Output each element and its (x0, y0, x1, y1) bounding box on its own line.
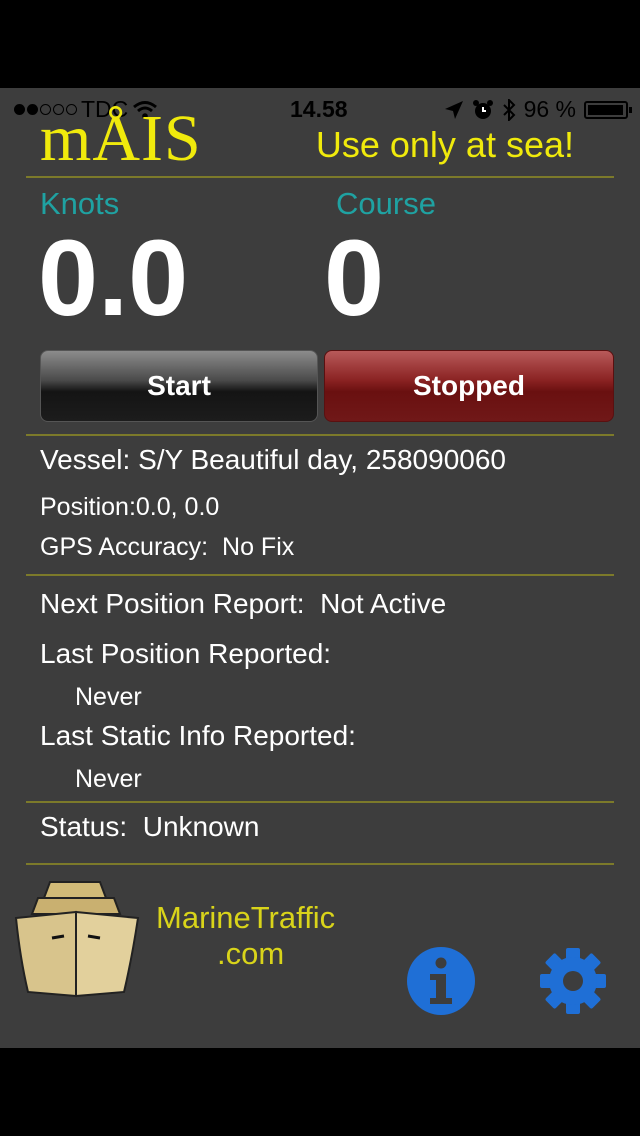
position-value: 0.0, 0.0 (135, 493, 220, 521)
clock: 14.58 (290, 96, 348, 122)
divider (26, 801, 614, 803)
divider (26, 574, 614, 576)
next-report-value: Not Active (320, 588, 447, 619)
position-row: Position:0.0, 0.0 (40, 493, 219, 522)
location-arrow-icon (444, 100, 463, 119)
divider (26, 863, 614, 865)
gps-accuracy-label: GPS Accuracy: (40, 533, 209, 561)
ship-logo-icon (14, 881, 140, 998)
info-icon[interactable] (406, 946, 476, 1016)
vessel-value: S/Y Beautiful day, 258090060 (138, 444, 506, 475)
battery-icon (584, 100, 632, 119)
status-row: Status: Unknown (40, 811, 259, 843)
start-button[interactable]: Start (40, 350, 318, 422)
position-label: Position: (40, 493, 136, 521)
tagline: Use only at sea! (315, 124, 574, 165)
vessel-label: Vessel: (40, 444, 131, 475)
course-value: 0 (324, 217, 385, 338)
divider (26, 176, 614, 178)
vessel-row: Vessel: S/Y Beautiful day, 258090060 (40, 444, 506, 476)
brand-name-line1: MarineTraffic (156, 900, 336, 935)
gear-icon[interactable] (538, 946, 608, 1016)
status-label: Status: (40, 811, 128, 842)
next-report-row: Next Position Report: Not Active (40, 588, 446, 620)
last-static-label: Last Static Info Reported: (40, 720, 356, 751)
alarm-icon (472, 99, 493, 119)
gps-accuracy-row: GPS Accuracy: No Fix (40, 533, 294, 562)
bluetooth-icon (502, 98, 515, 121)
status-value: Unknown (142, 811, 260, 842)
status-icons: 96 % (444, 96, 632, 123)
brand-name-line2: .com (217, 936, 285, 971)
stopped-button[interactable]: Stopped (324, 350, 614, 422)
next-report-label: Next Position Report: (40, 588, 305, 619)
last-position-value: Never (75, 683, 142, 711)
last-static-value: Never (75, 765, 142, 793)
last-position-label: Last Position Reported: (40, 638, 332, 669)
app-screen: TDC 14.58 96 % mÅIS Use only at sea! Kno… (0, 88, 640, 1048)
battery-percent: 96 % (523, 96, 576, 122)
gps-accuracy-value: No Fix (222, 533, 295, 561)
app-logo: mÅIS (40, 102, 202, 175)
knots-value: 0.0 (38, 217, 189, 338)
divider (26, 434, 614, 436)
